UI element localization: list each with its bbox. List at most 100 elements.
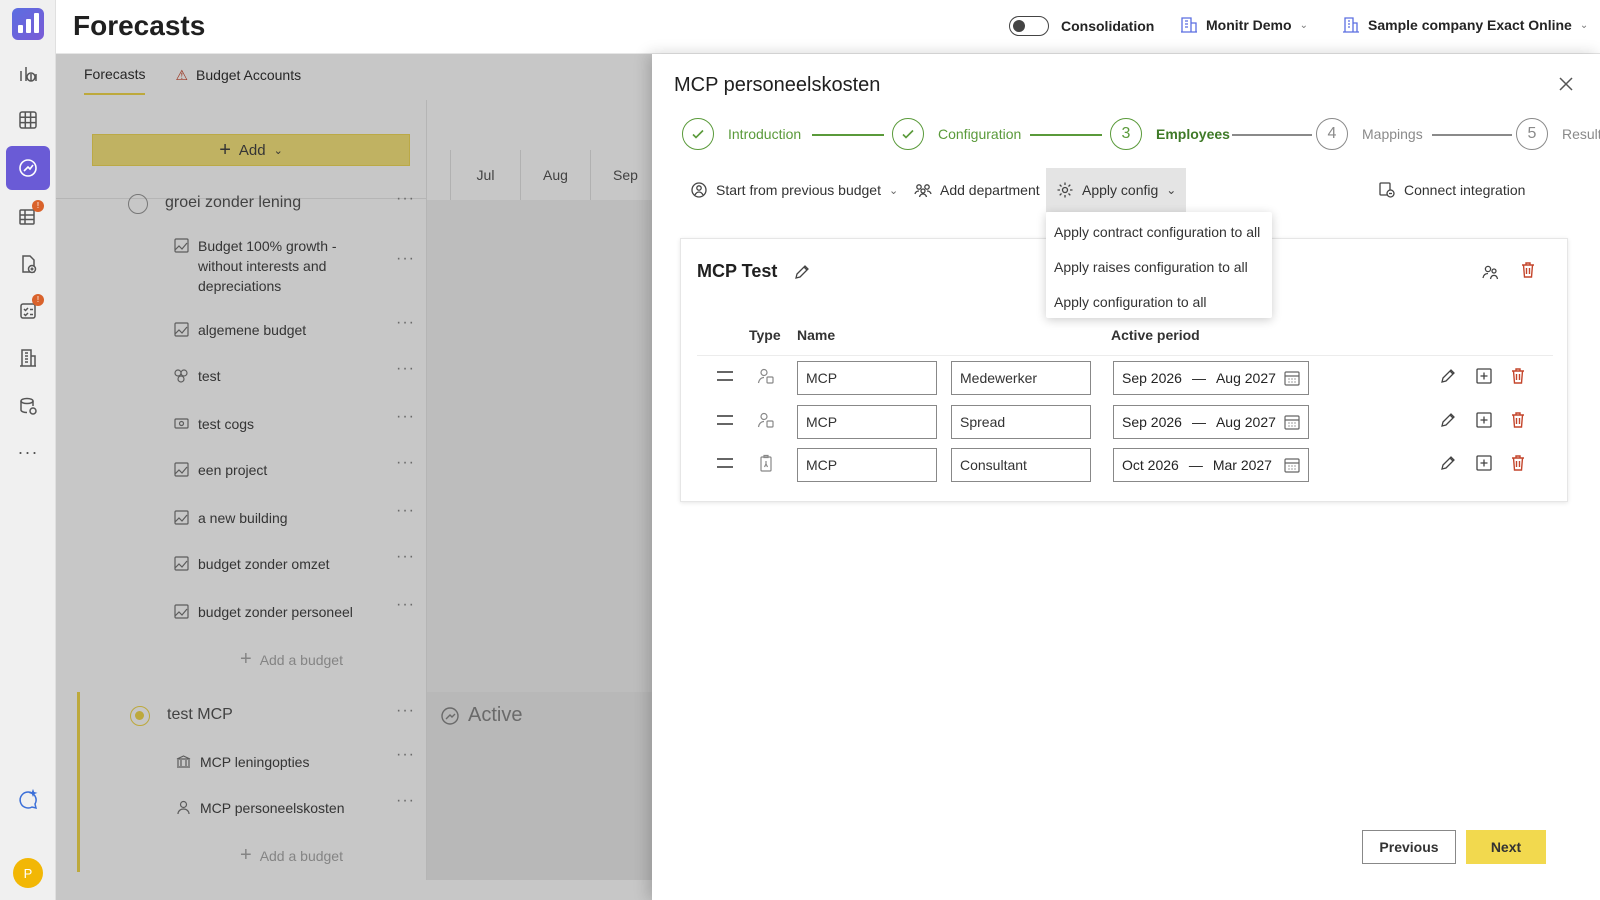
column-header-type: Type (749, 327, 781, 343)
step-label-current[interactable]: Employees (1156, 126, 1230, 142)
step-connector (1232, 134, 1312, 136)
drag-handle-icon[interactable] (717, 458, 733, 468)
active-period-picker[interactable]: Oct 2026 — Mar 2027 (1113, 448, 1309, 482)
employee-name-field[interactable]: MCP (797, 405, 937, 439)
company-picker[interactable]: Sample company Exact Online ⌄ (1342, 16, 1588, 34)
previous-button[interactable]: Previous (1362, 830, 1456, 864)
employee-type-icon (757, 367, 775, 385)
employee-name-field[interactable]: MCP (797, 361, 937, 395)
gear-icon (1057, 182, 1073, 198)
chevron-down-icon: ⌄ (1299, 19, 1308, 31)
employee-name-field[interactable]: MCP (797, 448, 937, 482)
connect-integration-button[interactable]: Connect integration (1378, 168, 1525, 212)
step-number[interactable]: 4 (1316, 118, 1348, 150)
add-department-button[interactable]: Add department (914, 168, 1040, 212)
table-row: MCP Medewerker Sep 2026 — Aug 2027 (681, 361, 1569, 395)
check-icon[interactable] (892, 118, 924, 150)
table-alert-icon[interactable]: ! (8, 196, 48, 236)
apply-config-label: Apply config (1082, 182, 1159, 198)
trash-icon[interactable] (1509, 411, 1527, 429)
menu-item-apply-all[interactable]: Apply configuration to all (1054, 294, 1207, 310)
chevron-down-icon: ⌄ (1579, 19, 1589, 31)
header-divider (697, 355, 1553, 356)
step-label[interactable]: Result (1562, 126, 1600, 142)
duplicate-icon[interactable] (1475, 411, 1493, 429)
period-end: Aug 2027 (1215, 370, 1276, 386)
dashboard-icon[interactable] (8, 54, 48, 94)
apply-config-menu: Apply contract configuration to all Appl… (1046, 212, 1272, 318)
forecasts-icon[interactable] (6, 146, 50, 190)
close-icon[interactable] (1558, 76, 1574, 92)
calendar-icon (1284, 370, 1300, 386)
pencil-icon[interactable] (1439, 411, 1457, 429)
app-logo[interactable] (12, 8, 44, 40)
drag-handle-icon[interactable] (717, 371, 733, 381)
pencil-icon[interactable] (1439, 454, 1457, 472)
step-label[interactable]: Introduction (728, 126, 801, 142)
history-icon (691, 182, 707, 198)
next-button[interactable]: Next (1466, 830, 1546, 864)
start-from-previous-label: Start from previous budget (716, 182, 881, 198)
modal-backdrop[interactable] (56, 54, 653, 900)
step-connector (812, 134, 884, 136)
building-icon[interactable] (8, 338, 48, 378)
add-person-icon[interactable] (1481, 263, 1499, 281)
pencil-icon[interactable] (793, 263, 811, 281)
period-start: Sep 2026 (1122, 370, 1182, 386)
employee-type-icon (757, 411, 775, 429)
alert-badge-icon: ! (32, 294, 44, 306)
trash-icon[interactable] (1519, 261, 1537, 279)
employee-role-field[interactable]: Consultant (951, 448, 1091, 482)
page-title: Forecasts (73, 10, 206, 41)
avatar[interactable]: P (13, 858, 43, 888)
apply-config-button[interactable]: Apply config ⌄ (1046, 168, 1187, 212)
chevron-down-icon: ⌄ (888, 184, 899, 197)
menu-item-apply-raises[interactable]: Apply raises configuration to all (1054, 259, 1248, 275)
building-icon (1343, 17, 1359, 33)
step-connector (1432, 134, 1512, 136)
active-period-picker[interactable]: Sep 2026 — Aug 2027 (1113, 361, 1309, 395)
employee-role-field[interactable]: Medewerker (951, 361, 1091, 395)
employee-role-field[interactable]: Spread (951, 405, 1091, 439)
step-number[interactable]: 5 (1516, 118, 1548, 150)
connect-integration-label: Connect integration (1404, 182, 1526, 198)
start-from-previous-button[interactable]: Start from previous budget ⌄ (690, 168, 898, 212)
pencil-icon[interactable] (1439, 367, 1457, 385)
trash-icon[interactable] (1509, 367, 1527, 385)
consolidation-label: Consolidation (1061, 18, 1155, 34)
duplicate-icon[interactable] (1475, 454, 1493, 472)
step-label[interactable]: Configuration (938, 126, 1021, 142)
step-label[interactable]: Mappings (1362, 126, 1423, 142)
workspace-picker[interactable]: Monitr Demo ⌄ (1180, 16, 1308, 34)
panel-toolbar: Start from previous budget ⌄ Add departm… (682, 168, 1572, 212)
panel-title: MCP personeelskosten (674, 74, 881, 96)
duplicate-icon[interactable] (1475, 367, 1493, 385)
grid-icon[interactable] (8, 100, 48, 140)
top-header: Forecasts Consolidation Monitr Demo ⌄ Sa… (56, 0, 1600, 54)
trash-icon[interactable] (1509, 454, 1527, 472)
chat-sparkle-icon[interactable] (8, 780, 48, 820)
menu-item-apply-contract[interactable]: Apply contract configuration to all (1054, 224, 1260, 240)
document-add-icon[interactable] (8, 244, 48, 284)
workspace-name: Monitr Demo (1206, 17, 1292, 33)
period-end: Aug 2027 (1215, 414, 1276, 430)
step-number[interactable]: 3 (1110, 118, 1142, 150)
toggle-knob (1013, 20, 1025, 32)
period-dash: — (1188, 457, 1203, 473)
period-end: Mar 2027 (1212, 457, 1272, 473)
database-icon[interactable] (8, 386, 48, 426)
active-period-picker[interactable]: Sep 2026 — Aug 2027 (1113, 405, 1309, 439)
column-header-period: Active period (1111, 327, 1200, 343)
plug-icon (1379, 182, 1395, 198)
calendar-icon (1284, 414, 1300, 430)
consolidation-toggle[interactable] (1009, 16, 1049, 36)
period-start: Oct 2026 (1122, 457, 1179, 473)
period-dash: — (1191, 370, 1206, 386)
column-header-name: Name (797, 327, 836, 343)
chevron-down-icon: ⌄ (1166, 183, 1177, 197)
more-icon[interactable]: ··· (8, 432, 48, 472)
table-row: MCP Consultant Oct 2026 — Mar 2027 (681, 448, 1569, 482)
drag-handle-icon[interactable] (717, 415, 733, 425)
tasks-alert-icon[interactable]: ! (8, 290, 48, 330)
check-icon[interactable] (682, 118, 714, 150)
